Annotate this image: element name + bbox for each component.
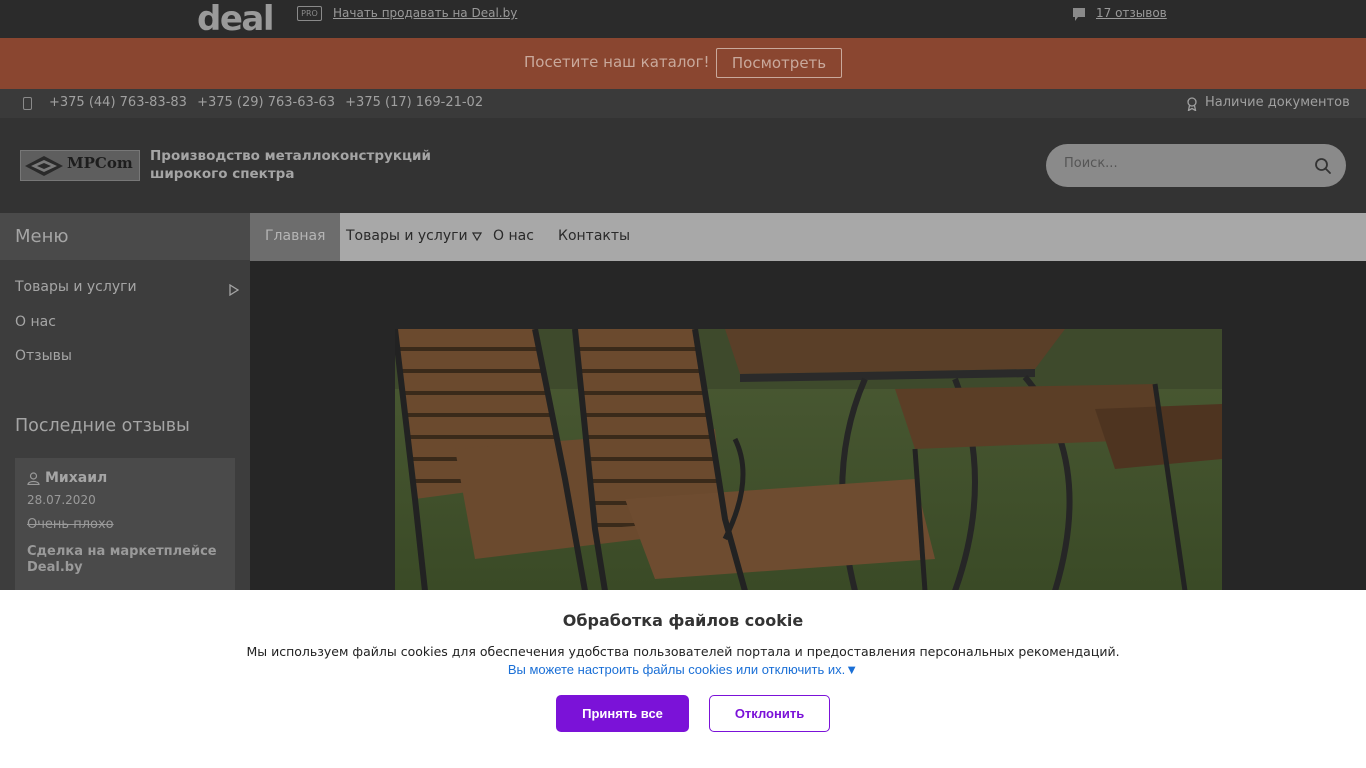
- company-title: Производство металлоконструкций широкого…: [150, 148, 431, 182]
- sidebar-menu-header: Меню: [0, 213, 250, 260]
- cookie-settings-link[interactable]: Вы можете настроить файлы cookies или от…: [0, 662, 1366, 677]
- comment-icon: [1073, 8, 1085, 21]
- documents-link[interactable]: Наличие документов: [1205, 95, 1350, 110]
- main-nav: Главная Товары и услуги О нас Контакты: [250, 213, 1366, 261]
- nav-item-about[interactable]: О нас: [493, 213, 534, 261]
- phone-number[interactable]: +375 (29) 763-63-63: [197, 95, 335, 110]
- reviewer-name: Михаил: [45, 470, 108, 486]
- review-date: 28.07.2020: [27, 493, 96, 507]
- logo-emblem-icon: [25, 156, 63, 176]
- nav-item-products[interactable]: Товары и услуги: [346, 213, 482, 261]
- pro-badge: PRO: [297, 6, 322, 21]
- user-icon: [27, 472, 40, 485]
- sidebar-item-products[interactable]: Товары и услуги: [15, 279, 137, 295]
- accept-all-button[interactable]: Принять все: [556, 695, 689, 732]
- nav-item-products-label: Товары и услуги: [346, 228, 468, 244]
- reviews-count-link[interactable]: 17 отзывов: [1096, 6, 1167, 20]
- marketplace-topbar: deal PRO Начать продавать на Deal.by 17 …: [0, 0, 1366, 38]
- cookie-title: Обработка файлов cookie: [562, 611, 804, 630]
- start-selling-link[interactable]: Начать продавать на Deal.by: [333, 6, 517, 20]
- review-rating: Очень плохо: [27, 517, 114, 532]
- search-icon[interactable]: [1314, 157, 1332, 175]
- sidebar-item-about[interactable]: О нас: [15, 314, 56, 330]
- promo-text: Посетите наш каталог!: [524, 53, 710, 71]
- menu-title: Меню: [15, 226, 69, 247]
- hero-image: [395, 329, 1222, 591]
- contacts-bar: +375 (44) 763-83-83 +375 (29) 763-63-63 …: [0, 89, 1366, 118]
- award-icon: [1187, 97, 1197, 111]
- chevron-right-icon[interactable]: [229, 284, 239, 296]
- cookie-text: Мы используем файлы cookies для обеспече…: [246, 644, 1120, 659]
- review-deal-source: Сделка на маркетплейсе Deal.by: [27, 544, 217, 575]
- phone-number[interactable]: +375 (44) 763-83-83: [49, 95, 187, 110]
- decline-button[interactable]: Отклонить: [709, 695, 830, 732]
- deal-logo[interactable]: deal: [197, 1, 275, 37]
- review-card: Михаил 28.07.2020 Очень плохо Сделка на …: [15, 458, 235, 598]
- nav-item-home[interactable]: Главная: [250, 213, 341, 261]
- catalog-promo-banner: Посетите наш каталог! Посмотреть: [0, 38, 1366, 89]
- latest-reviews-title: Последние отзывы: [15, 416, 190, 436]
- search-input[interactable]: [1064, 156, 1294, 171]
- view-catalog-button[interactable]: Посмотреть: [716, 48, 842, 78]
- phone-number[interactable]: +375 (17) 169-21-02: [345, 95, 483, 110]
- search-box: [1046, 144, 1346, 187]
- garden-furniture-photo: [395, 329, 1222, 591]
- company-logo[interactable]: MPCom: [20, 150, 140, 181]
- cookie-banner: Обработка файлов cookie Мы используем фа…: [0, 590, 1366, 768]
- logo-text: MPCom: [67, 154, 133, 172]
- nav-item-contacts[interactable]: Контакты: [558, 213, 630, 261]
- site-header: MPCom Производство металлоконструкций ши…: [0, 118, 1366, 213]
- chevron-down-icon: [471, 232, 482, 241]
- phone-list: +375 (44) 763-83-83 +375 (29) 763-63-63 …: [49, 95, 489, 110]
- mobile-phone-icon: [23, 97, 32, 110]
- sidebar-item-reviews[interactable]: Отзывы: [15, 348, 72, 364]
